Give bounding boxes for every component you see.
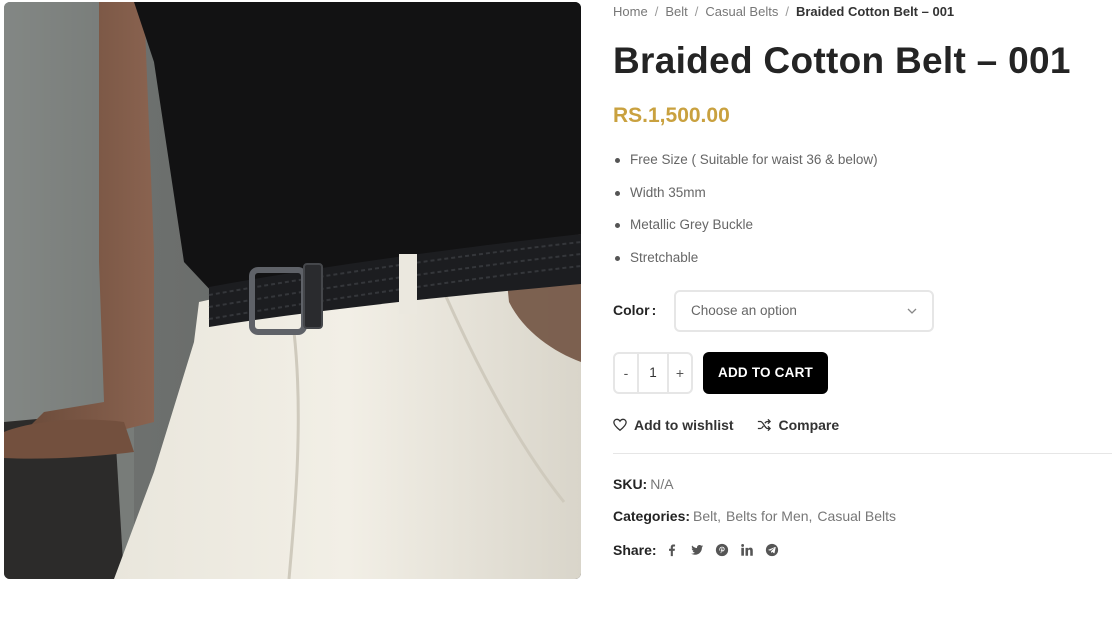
categories-row: Categories: Belt, Belts for Men, Casual Bel… xyxy=(613,508,896,524)
facebook-icon[interactable] xyxy=(665,543,679,557)
color-label: Color: xyxy=(613,302,656,318)
product-photo-illustration xyxy=(4,2,581,579)
breadcrumb: Home / Belt / Casual Belts / Braided Cotton Be… xyxy=(613,4,954,19)
share-row: Share: xyxy=(613,542,790,558)
quantity-stepper: - 1 + xyxy=(613,352,693,394)
breadcrumb-belt[interactable]: Belt xyxy=(665,4,687,19)
breadcrumb-separator: / xyxy=(694,4,699,19)
category-separator: , xyxy=(808,508,813,524)
quantity-input[interactable]: 1 xyxy=(639,354,667,392)
shuffle-icon xyxy=(758,418,772,432)
pinterest-icon[interactable] xyxy=(715,543,729,557)
categories-label: Categories: xyxy=(613,508,691,524)
quantity-increase-button[interactable]: + xyxy=(667,354,691,392)
breadcrumb-separator: / xyxy=(654,4,659,19)
breadcrumb-casual-belts[interactable]: Casual Belts xyxy=(705,4,778,19)
category-separator: , xyxy=(717,508,722,524)
breadcrumb-home[interactable]: Home xyxy=(613,4,648,19)
color-variation: Color: Choose an option xyxy=(613,290,1112,332)
compare-label: Compare xyxy=(778,417,840,433)
feature-item: Metallic Grey Buckle xyxy=(613,215,878,248)
feature-item: Free Size ( Suitable for waist 36 & belo… xyxy=(613,150,878,183)
quantity-decrease-button[interactable]: - xyxy=(615,354,639,392)
sku-value: N/A xyxy=(650,476,674,492)
sku-label: SKU: xyxy=(613,476,648,492)
color-label-text: Color xyxy=(613,302,650,318)
breadcrumb-current: Braided Cotton Belt – 001 xyxy=(795,4,955,19)
category-link-belts-for-men[interactable]: Belts for Men xyxy=(726,508,808,524)
product-price: RS.1,500.00 xyxy=(613,104,730,127)
color-label-colon: : xyxy=(651,302,657,318)
add-to-wishlist-label: Add to wishlist xyxy=(634,417,734,433)
chevron-down-icon xyxy=(907,308,917,314)
category-link-belt[interactable]: Belt xyxy=(693,508,717,524)
feature-item: Width 35mm xyxy=(613,183,878,216)
divider xyxy=(613,453,1112,454)
feature-list: Free Size ( Suitable for waist 36 & belo… xyxy=(613,150,878,280)
breadcrumb-separator: / xyxy=(785,4,789,19)
share-label: Share: xyxy=(613,542,657,558)
product-actions: Add to wishlist Compare xyxy=(613,417,839,437)
linkedin-icon[interactable] xyxy=(740,543,754,557)
feature-item: Stretchable xyxy=(613,248,878,281)
twitter-icon[interactable] xyxy=(690,543,704,557)
sku-row: SKU: N/A xyxy=(613,476,674,492)
add-to-wishlist-button[interactable]: Add to wishlist xyxy=(613,417,734,433)
compare-button[interactable]: Compare xyxy=(757,417,839,433)
product-image[interactable] xyxy=(4,2,581,579)
product-title: Braided Cotton Belt – 001 xyxy=(613,40,1071,81)
color-select-value: Choose an option xyxy=(691,303,797,318)
color-select[interactable]: Choose an option xyxy=(674,290,934,332)
add-to-cart-button[interactable]: ADD TO CART xyxy=(703,352,828,394)
heart-icon xyxy=(613,418,627,432)
telegram-icon[interactable] xyxy=(765,543,779,557)
category-link-casual-belts[interactable]: Casual Belts xyxy=(817,508,896,524)
